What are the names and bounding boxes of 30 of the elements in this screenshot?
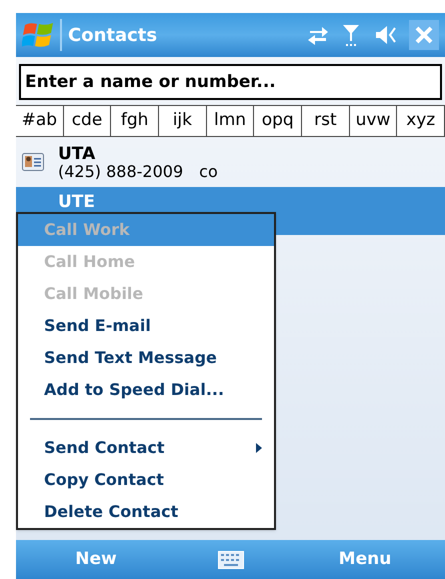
menu-item[interactable]: Send E-mail bbox=[18, 310, 274, 342]
letter-tab[interactable]: lmn bbox=[206, 106, 254, 136]
search-field[interactable]: Enter a name or number... bbox=[19, 64, 442, 100]
keyboard-icon[interactable] bbox=[218, 550, 244, 568]
submenu-arrow-icon bbox=[256, 443, 262, 453]
letter-tab[interactable]: cde bbox=[64, 106, 112, 136]
letter-tab[interactable]: xyz bbox=[397, 106, 445, 136]
close-icon bbox=[415, 26, 433, 44]
letter-tab[interactable]: opq bbox=[254, 106, 302, 136]
menu-item[interactable]: Delete Contact bbox=[18, 496, 274, 528]
contact-phone: (425) 888-2009 bbox=[58, 163, 184, 181]
window-title: Contacts bbox=[68, 24, 158, 48]
menu-item[interactable]: Add to Speed Dial... bbox=[18, 374, 274, 406]
contact-row[interactable]: UTA (425) 888-2009 co bbox=[16, 139, 445, 187]
letter-tab[interactable]: #ab bbox=[16, 106, 64, 136]
letter-tab[interactable]: uvw bbox=[350, 106, 398, 136]
letter-tab[interactable]: ijk bbox=[159, 106, 207, 136]
contact-card-icon bbox=[22, 153, 44, 171]
close-button[interactable] bbox=[409, 20, 439, 50]
contact-name: UTA bbox=[58, 145, 96, 163]
windows-flag-icon[interactable] bbox=[22, 20, 54, 50]
letter-tab[interactable]: fgh bbox=[111, 106, 160, 136]
signal-antenna-icon[interactable] bbox=[341, 23, 361, 47]
menu-item[interactable]: Copy Contact bbox=[18, 464, 274, 496]
letter-tab[interactable]: rst bbox=[302, 106, 350, 136]
menu-item[interactable]: Send Text Message bbox=[18, 342, 274, 374]
contact-name: UTE bbox=[58, 193, 96, 211]
sync-arrows-icon[interactable] bbox=[307, 25, 329, 45]
phone-type: co bbox=[199, 163, 218, 181]
menu-item[interactable]: Send Contact bbox=[18, 432, 274, 464]
